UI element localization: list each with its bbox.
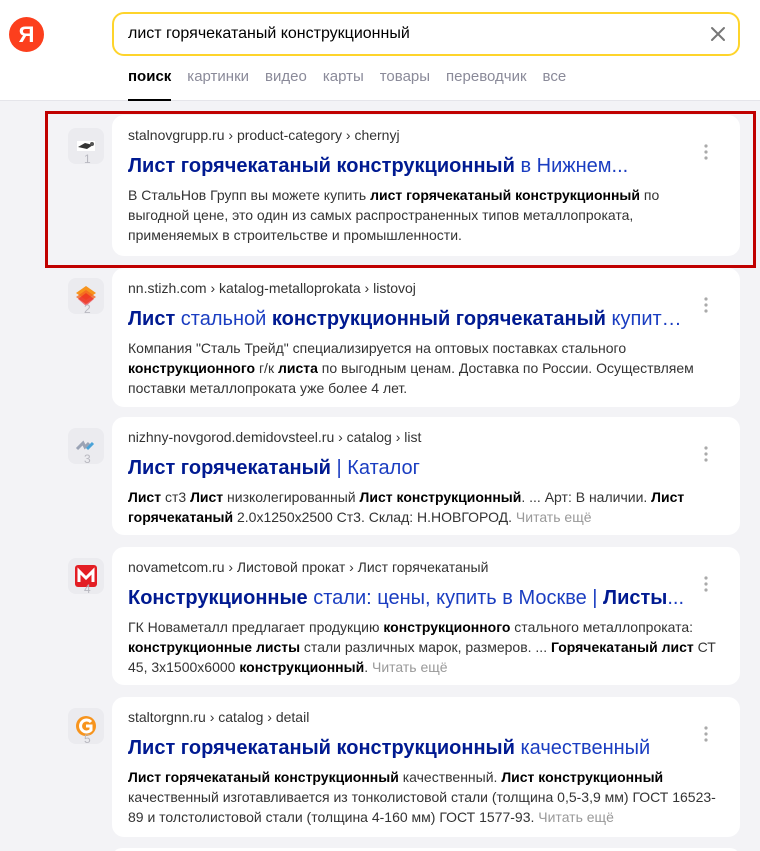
text-fragment: Компания "Сталь Трейд" специализируется … <box>128 340 627 356</box>
highlighted-text: Лист горячекатаный <box>128 457 331 479</box>
tab-video[interactable]: видео <box>265 68 307 101</box>
search-result: nn.stizh.com › katalog-metalloprokata › … <box>112 268 740 407</box>
header: Я поиск картинки видео карты товары пере… <box>0 0 760 101</box>
snippet-text: Лист горячекатаный конструкционный качес… <box>128 769 716 825</box>
tab-all[interactable]: все <box>543 68 567 101</box>
result-snippet: Компания "Сталь Трейд" специализируется … <box>128 338 724 398</box>
highlighted-text: Лист конструкционный <box>359 489 522 505</box>
yandex-logo[interactable]: Я <box>9 17 44 52</box>
result-title[interactable]: Лист стальной конструкционный горячеката… <box>128 308 688 331</box>
text-fragment: ГК Новаметалл предлагает продукцию <box>128 619 384 635</box>
text-fragment: 2.0x1250x2500 Ст3. Склад: Н.НОВГОРОД. <box>233 509 516 525</box>
result-snippet: В СтальНов Групп вы можете купить лист г… <box>128 185 724 245</box>
read-more-link[interactable]: Читать ещё <box>538 809 614 825</box>
result-url[interactable]: staltorgnn.ru › catalog › detail <box>128 709 309 725</box>
read-more-link[interactable]: Читать ещё <box>516 509 592 525</box>
result-title[interactable]: Лист горячекатаный конструкционный качес… <box>128 737 688 760</box>
search-result: staltorgnn.ru › catalog › detail Лист го… <box>112 697 740 837</box>
highlighted-text: Листы <box>603 587 668 609</box>
result-rank: 4 <box>84 582 91 596</box>
text-fragment: . <box>364 659 372 675</box>
highlighted-text: конструкционный горячекатаный <box>271 308 606 330</box>
highlighted-text: Лист <box>190 489 224 505</box>
text-fragment: стали различных марок, размеров. ... <box>300 639 551 655</box>
result-rank: 1 <box>84 152 91 166</box>
result-url[interactable]: novametcom.ru › Листовой прокат › Лист г… <box>128 559 488 575</box>
search-tabs: поиск картинки видео карты товары перево… <box>128 68 566 101</box>
snippet-text: Лист ст3 Лист низколегированный Лист кон… <box>128 489 684 525</box>
text-fragment: качественный. <box>398 769 502 785</box>
text-fragment: ст3 <box>161 489 191 505</box>
tab-search[interactable]: поиск <box>128 68 172 101</box>
read-more-link[interactable]: Читать ещё <box>372 659 448 675</box>
highlighted-text: Лист <box>128 308 176 330</box>
search-result: novametcom.ru › Листовой прокат › Лист г… <box>112 547 740 685</box>
result-snippet: Лист горячекатаный конструкционный качес… <box>128 767 724 827</box>
tab-maps[interactable]: карты <box>323 68 364 101</box>
result-title[interactable]: Лист горячекатаный конструкционный в Ниж… <box>128 155 688 178</box>
tab-products[interactable]: товары <box>380 68 430 101</box>
highlighted-text: Лист горячекатаный конструкционный <box>128 737 515 759</box>
text-fragment: в Нижнем... <box>514 155 629 177</box>
result-rank: 5 <box>84 732 91 746</box>
more-options-icon[interactable] <box>698 143 714 161</box>
text-fragment: ... <box>667 587 685 609</box>
tab-images[interactable]: картинки <box>187 68 249 101</box>
text-fragment: В СтальНов Групп вы можете купить <box>128 187 371 203</box>
highlighted-text: конструкционного <box>383 619 511 635</box>
result-rank: 3 <box>84 452 91 466</box>
more-options-icon[interactable] <box>698 296 714 314</box>
highlighted-text: конструкционный <box>239 659 365 675</box>
highlighted-text: Лист <box>128 489 162 505</box>
highlighted-text: листа <box>277 360 318 376</box>
highlighted-text: Лист конструкционный <box>501 769 664 785</box>
text-fragment: качественный <box>514 737 651 759</box>
tab-translator[interactable]: переводчик <box>446 68 526 101</box>
result-rank: 2 <box>84 302 91 316</box>
highlighted-text: Лист горячекатаный конструкционный <box>128 769 399 785</box>
text-fragment: г/к <box>255 360 278 376</box>
search-result: nizhny-novgorod.demidovsteel.ru › catalo… <box>112 417 740 535</box>
result-snippet: Лист ст3 Лист низколегированный Лист кон… <box>128 487 724 527</box>
highlighted-text: Горячекатаный лист <box>550 639 694 655</box>
text-fragment: . ... Арт: В наличии. <box>521 489 652 505</box>
highlighted-text: конструкционные листы <box>128 639 301 655</box>
text-fragment: стального металлопроката: <box>510 619 694 635</box>
result-url[interactable]: nn.stizh.com › katalog-metalloprokata › … <box>128 280 416 296</box>
result-title[interactable]: Лист горячекатаный | Каталог <box>128 457 688 480</box>
text-fragment: стальной <box>175 308 272 330</box>
more-options-icon[interactable] <box>698 575 714 593</box>
result-url[interactable]: stalnovgrupp.ru › product-category › che… <box>128 127 400 143</box>
result-title[interactable]: Конструкционные стали: цены, купить в Мо… <box>128 587 688 610</box>
text-fragment: низколегированный <box>223 489 360 505</box>
text-fragment: | Каталог <box>330 457 420 479</box>
search-box[interactable] <box>112 12 740 56</box>
text-fragment: стали: цены, купить в Москве | <box>307 587 604 609</box>
highlighted-text: Конструкционные <box>128 587 308 609</box>
search-result: stalnovgrupp.ru › product-category › che… <box>112 115 740 256</box>
close-icon[interactable] <box>706 22 730 46</box>
more-options-icon[interactable] <box>698 445 714 463</box>
highlighted-text: Лист горячекатаный конструкционный <box>128 155 515 177</box>
highlighted-text: лист горячекатаный конструкционный <box>370 187 640 203</box>
search-input[interactable] <box>128 14 698 54</box>
text-fragment: качественный изготавливается из тонколис… <box>128 789 716 825</box>
more-options-icon[interactable] <box>698 725 714 743</box>
highlighted-text: конструкционного <box>128 360 256 376</box>
result-url[interactable]: nizhny-novgorod.demidovsteel.ru › catalo… <box>128 429 421 445</box>
result-snippet: ГК Новаметалл предлагает продукцию конст… <box>128 617 724 677</box>
text-fragment: купить... <box>605 308 689 330</box>
